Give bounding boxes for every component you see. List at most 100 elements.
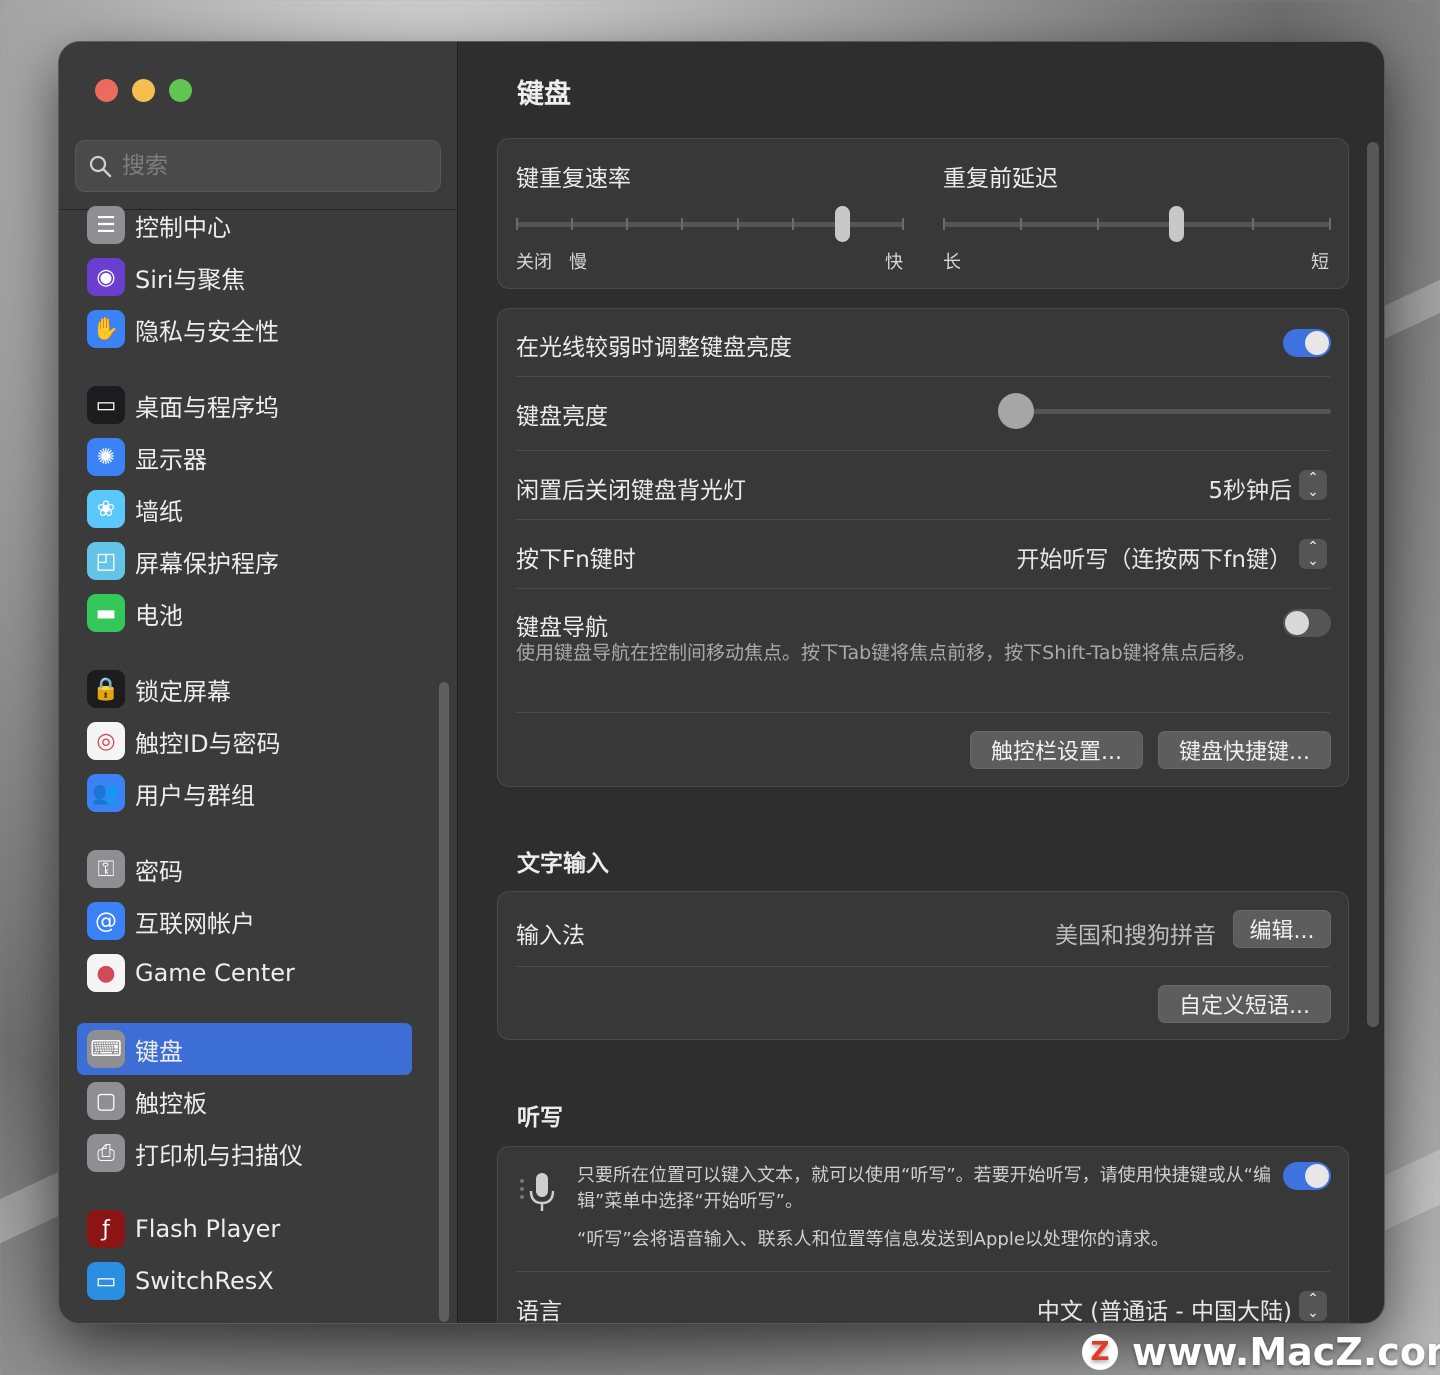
repeat-card: 键重复速率 关闭 慢 快 重复前延迟 长 短: [497, 138, 1349, 289]
microphone-icon: [520, 1173, 555, 1211]
sidebar-item[interactable]: ▬ 电池: [77, 587, 412, 639]
dictation-section-title: 听写: [517, 1105, 563, 1131]
game-center-icon: ●: [87, 954, 125, 992]
sidebar-item-label: 用户与群组: [135, 781, 255, 810]
sidebar-item-label: 密码: [135, 857, 183, 886]
divider: [516, 712, 1330, 713]
keyboard-brightness-label: 键盘亮度: [516, 404, 608, 430]
slider-tick: [737, 218, 739, 230]
text-input-section-title: 文字输入: [517, 851, 609, 877]
zoom-button[interactable]: [169, 79, 192, 102]
flower-icon: ❀: [87, 490, 125, 528]
divider: [516, 519, 1330, 520]
dictation-description: 只要所在位置可以键入文本，就可以使用“听写”。若要开始听写，请使用快捷键或从“编…: [577, 1165, 1271, 1212]
sidebar-item[interactable]: ▢ 触控板: [77, 1075, 412, 1127]
minimize-button[interactable]: [132, 79, 155, 102]
divider: [516, 376, 1330, 377]
divider: [516, 1271, 1330, 1272]
at-icon: @: [87, 902, 125, 940]
keyboard-brightness-slider[interactable]: [998, 409, 1331, 414]
main-scrollbar[interactable]: [1367, 142, 1379, 1027]
sidebar-item[interactable]: ▭ SwitchResX: [77, 1255, 412, 1307]
repeat-delay-slider[interactable]: [943, 222, 1331, 227]
sidebar-item-label: Siri与聚焦: [135, 265, 246, 294]
watermark-logo: Z: [1082, 1334, 1118, 1370]
rate-slow-label: 慢: [569, 252, 587, 273]
sidebar-item[interactable]: ◰ 屏幕保护程序: [77, 535, 412, 587]
slider-tick: [626, 218, 628, 230]
input-method-value: 美国和搜狗拼音: [1055, 923, 1216, 949]
sidebar-item[interactable]: ❀ 墙纸: [77, 483, 412, 535]
fingerprint-icon: ◎: [87, 722, 125, 760]
lock-icon: 🔒: [87, 670, 125, 708]
sidebar-item-label: 互联网帐户: [135, 909, 255, 938]
sun-icon: ✺: [87, 438, 125, 476]
sidebar-item[interactable]: ⎙ 打印机与扫描仪: [77, 1127, 412, 1179]
search-box[interactable]: [75, 140, 441, 192]
slider-tick: [792, 218, 794, 230]
sidebar-item-label: 键盘: [135, 1037, 183, 1066]
sidebar-item[interactable]: ◎ 触控ID与密码: [77, 715, 412, 767]
main-pane: 键盘 键重复速率 关闭 慢 快 重复前延迟 长 短 在光线较弱时调整键盘亮度 键…: [459, 42, 1384, 1323]
repeat-rate-label: 键重复速率: [516, 166, 631, 192]
slider-tick: [902, 218, 904, 230]
slider-tick: [681, 218, 683, 230]
rate-off-label: 关闭: [516, 252, 552, 273]
screensaver-icon: ◰: [87, 542, 125, 580]
dictation-privacy-note: “听写”会将语音输入、联系人和位置等信息发送到Apple以处理你的请求。: [577, 1229, 1169, 1250]
divider: [516, 450, 1330, 451]
sidebar-item[interactable]: @ 互联网帐户: [77, 895, 412, 947]
fn-key-stepper[interactable]: ⌃ ⌄: [1299, 539, 1327, 569]
keyboard-nav-description: 使用键盘导航在控制间移动焦点。按下Tab键将焦点前移，按下Shift-Tab键将…: [516, 642, 1256, 664]
sidebar-item-label: 隐私与安全性: [135, 317, 279, 346]
sidebar-item[interactable]: 🔒 锁定屏幕: [77, 663, 412, 715]
page-title: 键盘: [517, 79, 571, 110]
keyboard-shortcuts-button[interactable]: 键盘快捷键...: [1158, 731, 1331, 769]
idle-backlight-stepper[interactable]: ⌃ ⌄: [1299, 470, 1327, 500]
repeat-rate-knob[interactable]: [834, 206, 850, 242]
sidebar-scrollbar[interactable]: [439, 682, 449, 1322]
watermark: Z www.MacZ.com: [1082, 1330, 1440, 1374]
delay-short-label: 短: [1311, 252, 1329, 273]
search-input[interactable]: [122, 153, 422, 179]
divider: [516, 966, 1330, 967]
touchbar-settings-button[interactable]: 触控栏设置...: [970, 731, 1143, 769]
settings-window: ☰ 控制中心 ◉ Siri与聚焦 ✋ 隐私与安全性 ▭ 桌面与程序坞 ✺ 显示器 ❀ 墙纸 ◰ 屏幕保护程…: [58, 41, 1385, 1324]
sidebar-item[interactable]: ⌨ 键盘: [77, 1023, 412, 1075]
input-method-label: 输入法: [516, 923, 585, 949]
dock-icon: ▭: [87, 386, 125, 424]
sidebar-item[interactable]: ƒ Flash Player: [77, 1203, 412, 1255]
language-value[interactable]: 中文 (普通话 - 中国大陆): [1037, 1292, 1292, 1323]
sidebar-item[interactable]: ✋ 隐私与安全性: [77, 303, 412, 355]
keyboard-brightness-knob[interactable]: [998, 393, 1034, 429]
idle-backlight-value[interactable]: 5秒钟后: [1208, 471, 1292, 505]
dictation-toggle[interactable]: [1283, 1162, 1331, 1190]
edit-input-button[interactable]: 编辑...: [1233, 910, 1331, 948]
key-icon: ⚿: [87, 850, 125, 888]
slider-tick: [1020, 218, 1022, 230]
language-stepper[interactable]: ⌃ ⌄: [1299, 1291, 1327, 1321]
slider-tick: [1252, 218, 1254, 230]
fn-key-value[interactable]: 开始听写（连按两下fn键）: [1016, 540, 1292, 574]
keyboard-nav-toggle[interactable]: [1283, 609, 1331, 637]
backlight-card: 在光线较弱时调整键盘亮度 键盘亮度 闲置后关闭键盘背光灯 5秒钟后 ⌃ ⌄ 按下F…: [497, 308, 1349, 787]
sidebar-item[interactable]: ● Game Center: [77, 947, 412, 999]
sidebar-item[interactable]: 👥 用户与群组: [77, 767, 412, 819]
auto-brightness-toggle[interactable]: [1283, 329, 1331, 357]
slider-tick: [516, 218, 518, 230]
sidebar-item-label: 桌面与程序坞: [135, 393, 279, 422]
rate-fast-label: 快: [885, 252, 903, 273]
sidebar-item[interactable]: ☰ 控制中心: [77, 199, 412, 251]
flash-icon: ƒ: [87, 1210, 125, 1248]
sidebar-item-label: SwitchResX: [135, 1267, 274, 1295]
keyboard-nav-label: 键盘导航: [516, 615, 608, 641]
sidebar-item[interactable]: ▭ 桌面与程序坞: [77, 379, 412, 431]
sidebar-item[interactable]: ⚿ 密码: [77, 843, 412, 895]
repeat-delay-knob[interactable]: [1168, 206, 1184, 242]
close-button[interactable]: [95, 79, 118, 102]
sidebar-item[interactable]: ◉ Siri与聚焦: [77, 251, 412, 303]
repeat-delay-label: 重复前延迟: [943, 166, 1058, 192]
sidebar-item[interactable]: ✺ 显示器: [77, 431, 412, 483]
siri-icon: ◉: [87, 258, 125, 296]
custom-phrases-button[interactable]: 自定义短语...: [1158, 985, 1331, 1023]
